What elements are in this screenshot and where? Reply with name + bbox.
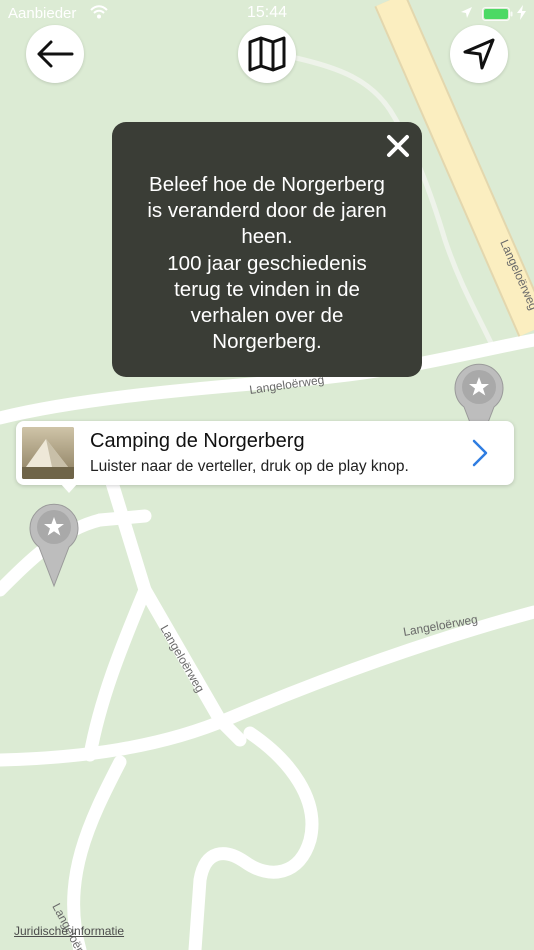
chevron-right-icon[interactable] <box>472 439 488 467</box>
location-thumbnail <box>22 427 74 479</box>
popup-line: heen. <box>241 225 293 249</box>
clock: 15:44 <box>246 4 288 21</box>
location-title: Camping de Norgerberg <box>90 430 305 452</box>
status-bar: Aanbieder 15:44 <box>0 0 534 28</box>
popup-line: is veranderd door de jaren <box>147 199 387 223</box>
arrow-left-icon <box>37 40 74 68</box>
info-popup: Beleef hoe de Norgerberg is veranderd do… <box>112 122 422 377</box>
popup-line: verhalen over de <box>190 304 344 328</box>
popup-line: terug te vinden in de <box>174 277 360 301</box>
close-icon[interactable] <box>384 132 412 160</box>
location-callout[interactable]: Camping de Norgerberg Luister naar de ve… <box>16 421 514 493</box>
legal-info-link[interactable]: Juridische informatie <box>14 924 124 938</box>
battery-icon <box>482 7 513 21</box>
popup-line: Beleef hoe de Norgerberg <box>149 173 385 196</box>
popup-line: Norgerberg. <box>212 330 322 354</box>
location-services-icon <box>461 7 472 18</box>
navigation-arrow-icon <box>463 38 495 70</box>
callout-pointer <box>60 483 78 493</box>
popup-message: Beleef hoe de Norgerberg is veranderd do… <box>122 172 412 355</box>
navigation-button[interactable] <box>450 25 508 83</box>
folded-map-icon <box>248 36 286 72</box>
location-subtitle: Luister naar de verteller, druk op de pl… <box>90 458 409 475</box>
map-pin-selected[interactable] <box>28 502 80 588</box>
back-button[interactable] <box>26 25 84 83</box>
popup-line: 100 jaar geschiedenis <box>167 251 367 275</box>
charging-bolt-icon <box>517 5 526 20</box>
map-button[interactable] <box>238 25 296 83</box>
